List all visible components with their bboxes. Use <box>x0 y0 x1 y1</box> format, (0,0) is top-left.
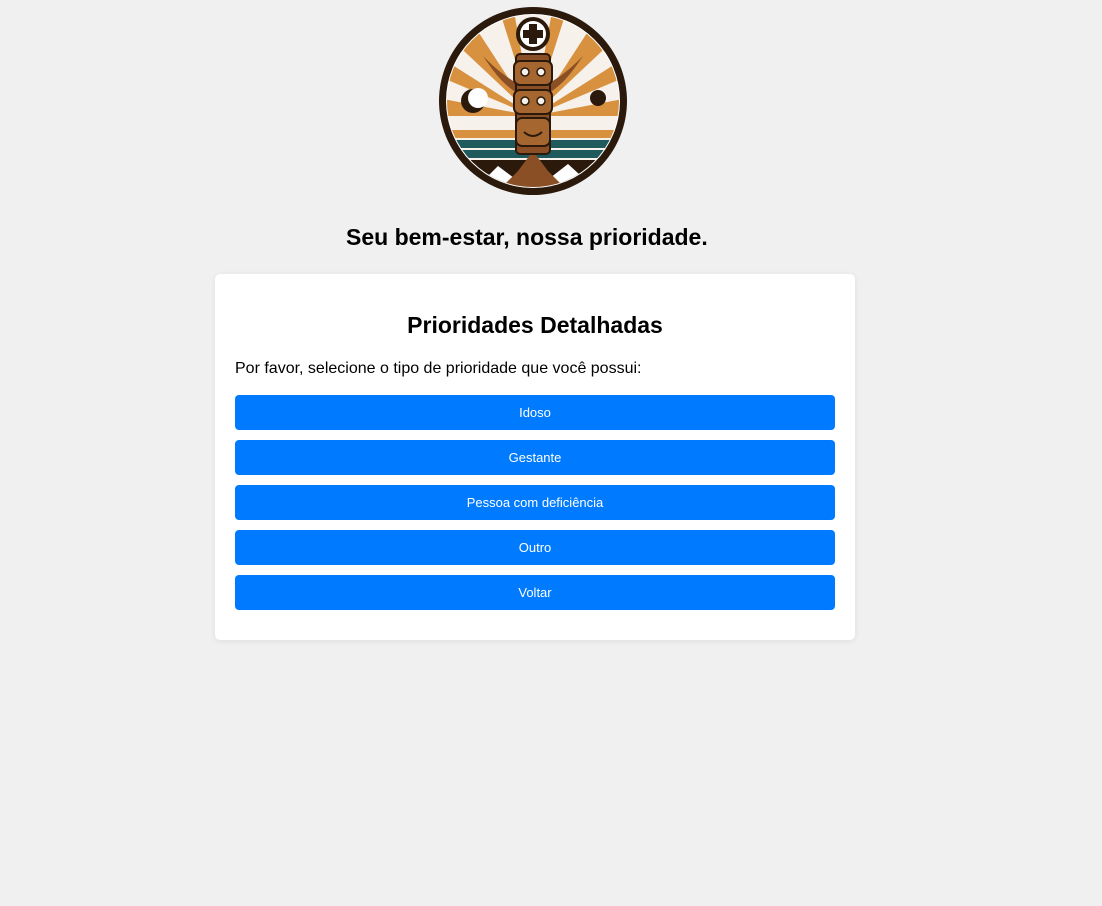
card-description: Por favor, selecione o tipo de prioridad… <box>235 360 642 377</box>
card-title: Prioridades Detalhadas <box>407 312 663 338</box>
logo <box>438 6 628 196</box>
priority-card: Prioridades Detalhadas Por favor, seleci… <box>215 274 855 640</box>
outro-button[interactable]: Outro <box>235 530 835 565</box>
totem-medical-logo-icon <box>439 7 627 195</box>
pessoa-com-deficiencia-button[interactable]: Pessoa com deficiência <box>235 485 835 520</box>
gestante-button[interactable]: Gestante <box>235 440 835 475</box>
page-tagline: Seu bem-estar, nossa prioridade. <box>346 224 708 250</box>
voltar-button[interactable]: Voltar <box>235 575 835 610</box>
idoso-button[interactable]: Idoso <box>235 395 835 430</box>
